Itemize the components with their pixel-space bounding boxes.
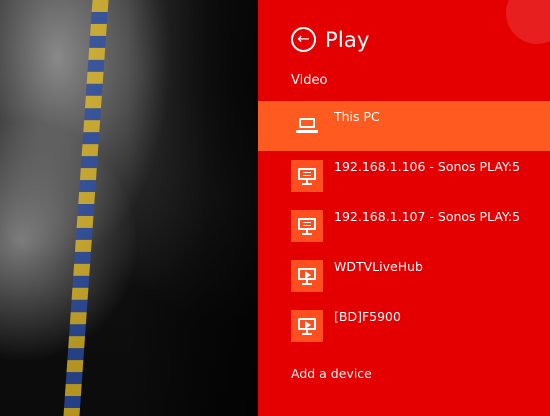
flyout-title: Play (325, 27, 370, 52)
screen: ← Play Video This PC 192.168.1.106 - Son… (0, 0, 550, 416)
device-label: WDTVLiveHub (334, 259, 423, 274)
laptop-base (296, 130, 318, 133)
flyout-header: ← Play (291, 27, 370, 52)
device-icon-tile (291, 310, 323, 342)
monitor-line (303, 172, 311, 173)
monitor-foot (302, 233, 312, 235)
play-glyph (305, 271, 311, 279)
monitor-foot (302, 183, 312, 185)
monitor-line (303, 222, 311, 223)
monitor-play-icon (296, 317, 318, 335)
device-icon-tile (291, 110, 323, 142)
play-flyout: ← Play Video This PC 192.168.1.106 - Son… (258, 0, 550, 416)
monitor-list-icon (296, 167, 318, 185)
device-label: 192.168.1.106 - Sonos PLAY:5 (334, 159, 521, 174)
device-label: [BD]F5900 (334, 309, 401, 324)
laptop-icon (296, 118, 318, 134)
device-list: This PC 192.168.1.106 - Sonos PLAY:5 192… (258, 101, 550, 351)
monitor-line (303, 175, 311, 176)
corner-highlight (506, 0, 550, 44)
device-row-sonos-107[interactable]: 192.168.1.107 - Sonos PLAY:5 (258, 201, 550, 251)
monitor-play-icon (296, 267, 318, 285)
device-icon-tile (291, 160, 323, 192)
add-device-link[interactable]: Add a device (291, 366, 372, 382)
monitor-lines (303, 222, 311, 228)
device-row-sonos-106[interactable]: 192.168.1.106 - Sonos PLAY:5 (258, 151, 550, 201)
play-glyph (305, 321, 311, 329)
laptop-screen-outline (299, 118, 315, 128)
device-row-wdtvlivehub[interactable]: WDTVLiveHub (258, 251, 550, 301)
monitor-foot (302, 333, 312, 335)
device-row-bd-f5900[interactable]: [BD]F5900 (258, 301, 550, 351)
monitor-lines (303, 172, 311, 178)
monitor-line (303, 225, 311, 226)
device-row-this-pc[interactable]: This PC (258, 101, 550, 151)
back-button[interactable]: ← (291, 27, 316, 52)
media-shadow (128, 0, 258, 416)
monitor-list-icon (296, 217, 318, 235)
device-icon-tile (291, 260, 323, 292)
section-video-label: Video (291, 73, 328, 88)
device-label: This PC (334, 109, 380, 124)
device-icon-tile (291, 210, 323, 242)
back-arrow-icon: ← (297, 29, 310, 48)
monitor-foot (302, 283, 312, 285)
device-label: 192.168.1.107 - Sonos PLAY:5 (334, 209, 521, 224)
